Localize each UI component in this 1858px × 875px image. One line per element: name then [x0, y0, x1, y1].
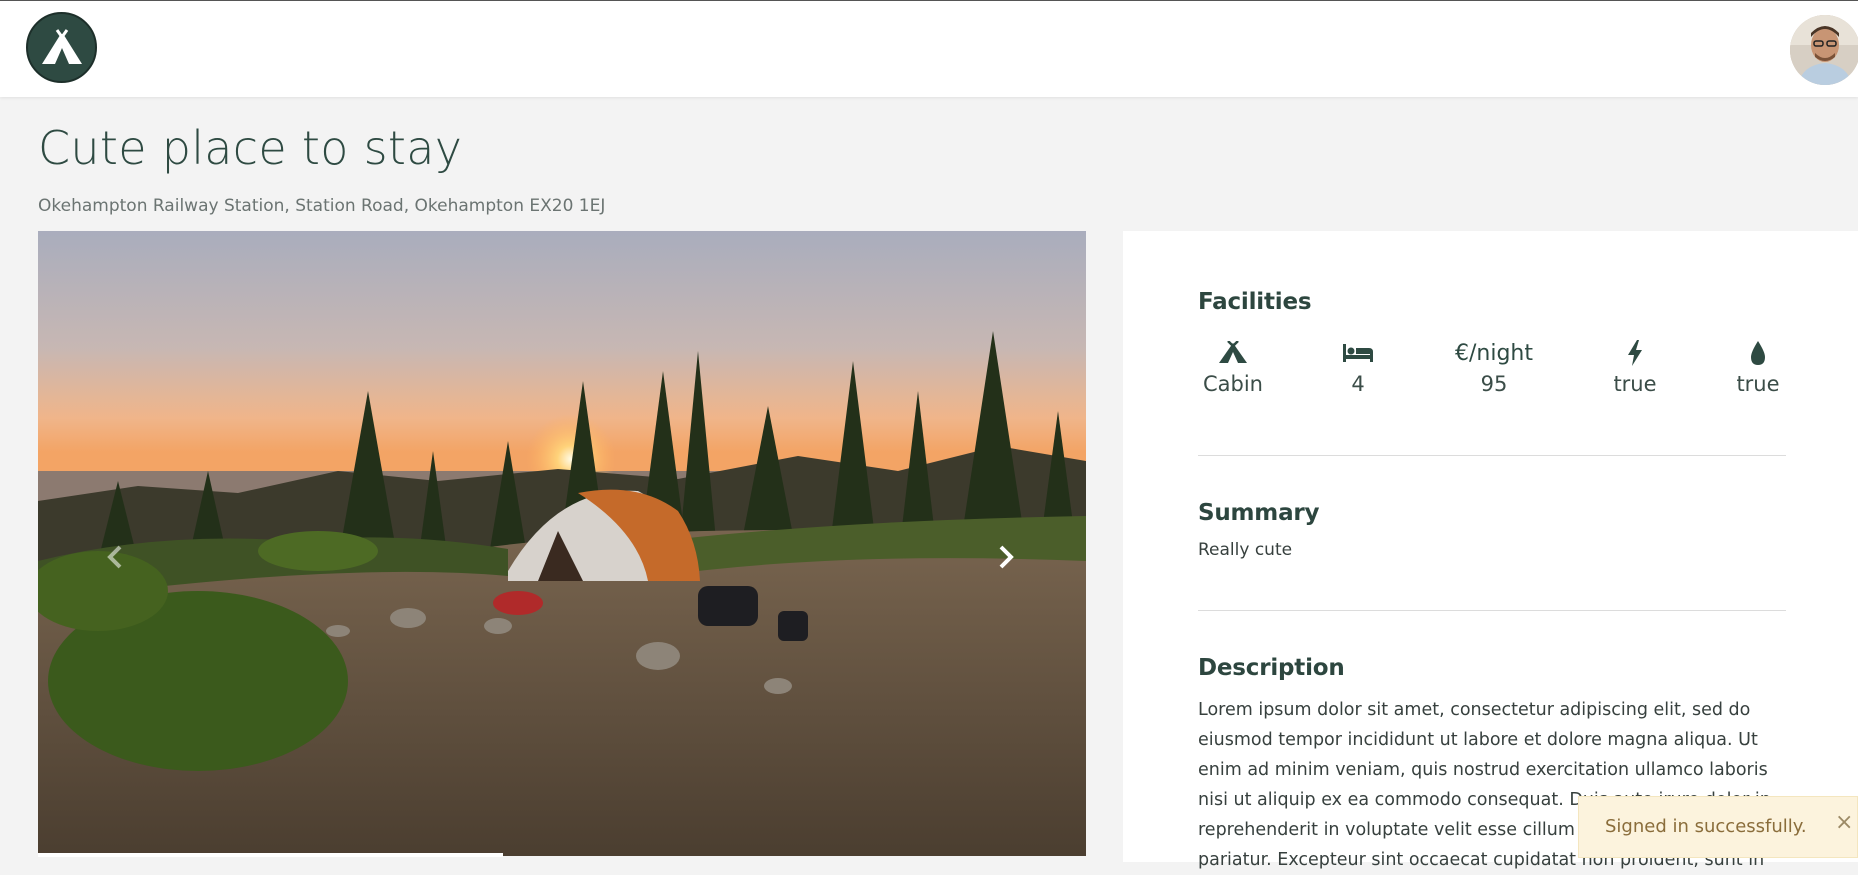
close-icon[interactable]: ×	[1835, 812, 1853, 834]
facility-price-value: 95	[1480, 372, 1508, 396]
chevron-right-icon	[999, 545, 1014, 569]
lightning-icon	[1628, 340, 1642, 366]
listing-info-panel: Facilities Cabin 4 €/night 95 true true …	[1123, 231, 1858, 870]
facility-water-value: true	[1736, 372, 1780, 396]
tent-icon	[41, 27, 82, 64]
facility-water: true	[1698, 338, 1818, 396]
facility-electricity-value: true	[1613, 372, 1657, 396]
divider	[1198, 455, 1786, 456]
facility-type-value: Cabin	[1202, 372, 1263, 396]
top-navbar	[0, 0, 1858, 97]
facility-type: Cabin	[1173, 338, 1293, 396]
tent-icon	[1219, 341, 1247, 363]
image-carousel[interactable]	[38, 231, 1086, 856]
facility-electricity: true	[1575, 338, 1695, 396]
facility-beds-value: 4	[1351, 372, 1365, 396]
avatar-photo	[1790, 15, 1858, 85]
chevron-left-icon	[107, 545, 122, 569]
tent-at-sunset-photo	[38, 231, 1086, 856]
water-drop-icon	[1751, 341, 1765, 365]
euro-per-night-label: €/night	[1455, 340, 1533, 366]
home-logo[interactable]	[26, 12, 97, 83]
bed-icon	[1343, 344, 1373, 362]
divider	[1198, 610, 1786, 611]
toast-message: Signed in successfully.	[1605, 816, 1807, 837]
facilities-heading: Facilities	[1198, 289, 1312, 315]
carousel-prev-button[interactable]	[95, 530, 135, 584]
facility-beds: 4	[1298, 338, 1418, 396]
page-title: Cute place to stay	[38, 121, 463, 175]
carousel-indicator	[38, 853, 503, 857]
flash-toast: Signed in successfully. ×	[1578, 796, 1858, 858]
description-heading: Description	[1198, 655, 1345, 681]
summary-text: Really cute	[1198, 540, 1293, 560]
user-avatar[interactable]	[1790, 15, 1858, 85]
listing-address: Okehampton Railway Station, Station Road…	[38, 196, 606, 216]
carousel-next-button[interactable]	[986, 530, 1026, 584]
summary-heading: Summary	[1198, 500, 1320, 526]
facility-price: €/night 95	[1434, 338, 1554, 397]
